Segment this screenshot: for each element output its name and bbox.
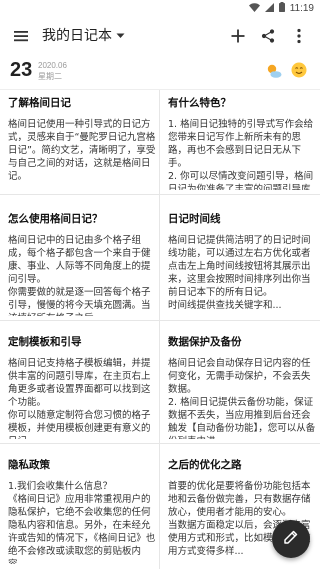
cell-title: 有什么特色？ [168,97,231,109]
grid-cell[interactable]: 了解格间日记 格间日记使用一种引导式的日记方式，灵感来自于“曼陀罗日记九宫格日记… [8,96,158,190]
grid-divider [0,443,320,444]
cell-title: 隐私政策 [8,459,50,471]
grid-cell[interactable]: 日记时间线 格间日记提供简洁明了的日记时间线功能，可以通过左右方优化或者点击左上… [168,212,318,316]
menu-icon[interactable] [12,27,30,45]
cell-title: 定制模板和引导 [8,336,82,348]
edit-button[interactable] [272,520,310,558]
battery-icon [278,2,285,15]
cell-title: 日记时间线 [168,213,221,225]
status-bar: 11:19 [0,0,320,18]
cell-title: 之后的优化之路 [168,459,242,471]
cell-body: 1.我们会收集什么信息？ 《格间日记》应用非常重视用户的隐私保护，它绝不会收集您… [8,481,156,564]
cell-body: 1. 格间日记独特的引导式写作会给您带来日记写作上新所未有的思路，再也不会感到日… [168,119,314,190]
cell-title: 怎么使用格间日记？ [8,213,103,225]
wifi-icon [248,2,260,15]
signal-icon [264,2,274,15]
cell-body: 格间日记支持格子模板编辑，并提供丰富的问题引导库，在主页右上角更多或者设置界面都… [8,358,151,439]
grid-cell[interactable]: 定制模板和引导 格间日记支持格子模板编辑，并提供丰富的问题引导库，在主页右上角更… [8,335,158,439]
date-header: 23 2020.06 星期二 [0,54,320,90]
notebook-title: 我的日记本 [42,28,112,44]
arrow-drop-down-icon [116,27,125,43]
diary-grid: 了解格间日记 格间日记使用一种引导式的日记方式，灵感来自于“曼陀罗日记九宫格日记… [0,90,320,569]
grid-cell[interactable]: 数据保护及备份 格间日记会自动保存日记内容的任何变化，无需手动保护，不会丢失数据… [168,335,318,439]
cell-body: 格间日记中的日记由多个格子组成，每个格子都包含一个来自于健康、事业、人际等不同角… [8,235,151,316]
cell-body: 格间日记使用一种引导式的日记方式，灵感来自于“曼陀罗日记九宫格日记”。简约文艺，… [8,119,156,182]
app-bar: 我的日记本 [0,18,320,54]
cell-title: 数据保护及备份 [168,336,242,348]
notebook-selector[interactable]: 我的日记本 [42,25,125,45]
mood-face-icon[interactable] [291,62,307,78]
grid-cell[interactable]: 怎么使用格间日记？ 格间日记中的日记由多个格子组成，每个格子都包含一个来自于健康… [8,212,158,316]
share-icon[interactable] [258,26,278,46]
grid-divider [0,194,320,195]
grid-divider [0,320,320,321]
sunny-cloud-icon[interactable] [265,62,283,80]
status-time: 11:19 [289,3,314,14]
cell-body: 格间日记提供简洁明了的日记时间线功能，可以通过左右方优化或者点击左上角时间线按钮… [168,235,311,311]
cell-title: 了解格间日记 [8,97,71,109]
more-vert-icon[interactable] [289,26,309,46]
date-weekday: 星期二 [38,72,62,81]
grid-cell[interactable]: 隐私政策 1.我们会收集什么信息？ 《格间日记》应用非常重视用户的隐私保护，它绝… [8,458,158,564]
cell-body: 格间日记会自动保存日记内容的任何变化，无需手动保护，不会丢失数据。 2. 格间日… [168,358,316,439]
grid-cell[interactable]: 有什么特色？ 1. 格间日记独特的引导式写作会给您带来日记写作上新所未有的思路，… [168,96,318,190]
date-year-month: 2020.06 [38,61,67,70]
grid-divider [159,90,160,569]
edit-icon [283,529,299,549]
add-icon[interactable] [228,26,248,46]
date-day: 23 [10,59,33,81]
